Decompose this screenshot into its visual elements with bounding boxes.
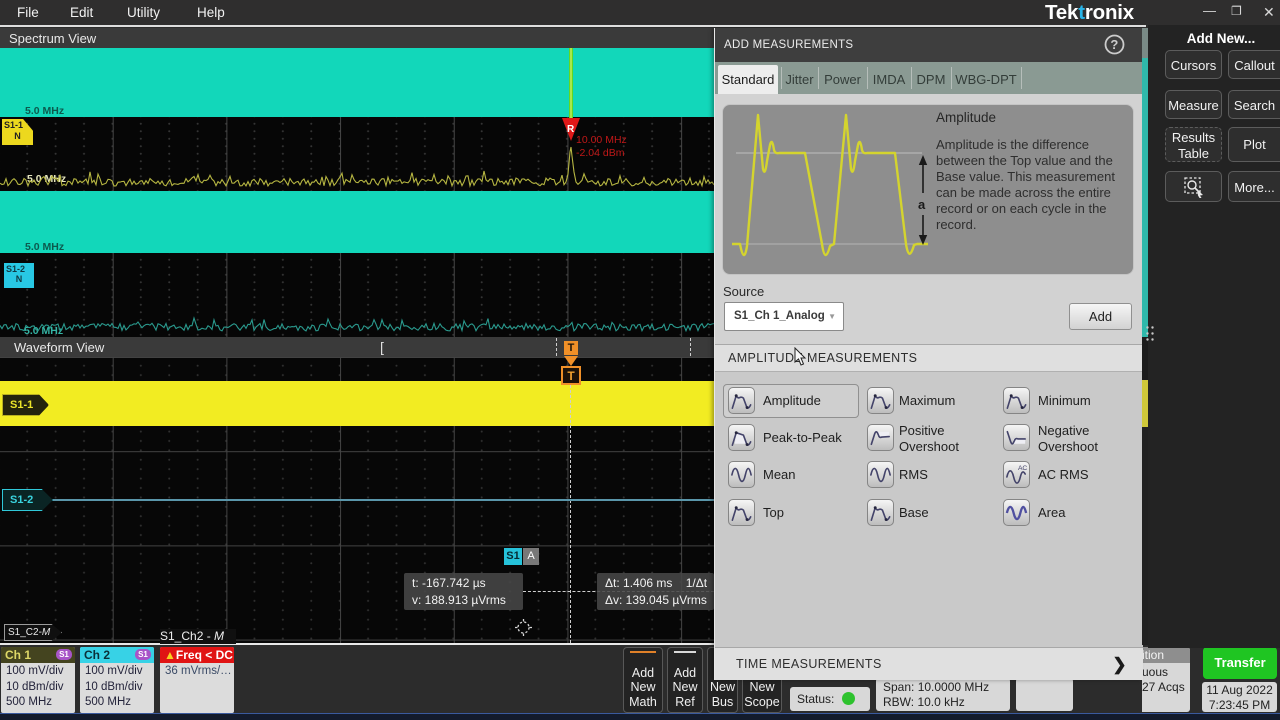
svg-text:Amplitude: Amplitude [936,110,996,125]
svg-text:Amplitude is the difference: Amplitude is the difference [936,137,1089,152]
svg-text:Base value. This measurement: Base value. This measurement [936,169,1115,184]
svg-text:a: a [918,197,926,212]
svg-text:record.: record. [936,217,976,232]
svg-text:?: ? [1110,37,1118,52]
svg-text:-2.04 dBm: -2.04 dBm [576,147,625,159]
svg-text:R: R [567,124,575,135]
svg-text:can be made across the entire: can be made across the entire [936,185,1111,200]
svg-text:between the Top value and the: between the Top value and the [936,153,1113,168]
svg-text:10.00 MHz: 10.00 MHz [576,134,627,146]
svg-text:record or on each cycle in the: record or on each cycle in the [936,201,1107,216]
svg-text:AC: AC [1018,465,1027,472]
